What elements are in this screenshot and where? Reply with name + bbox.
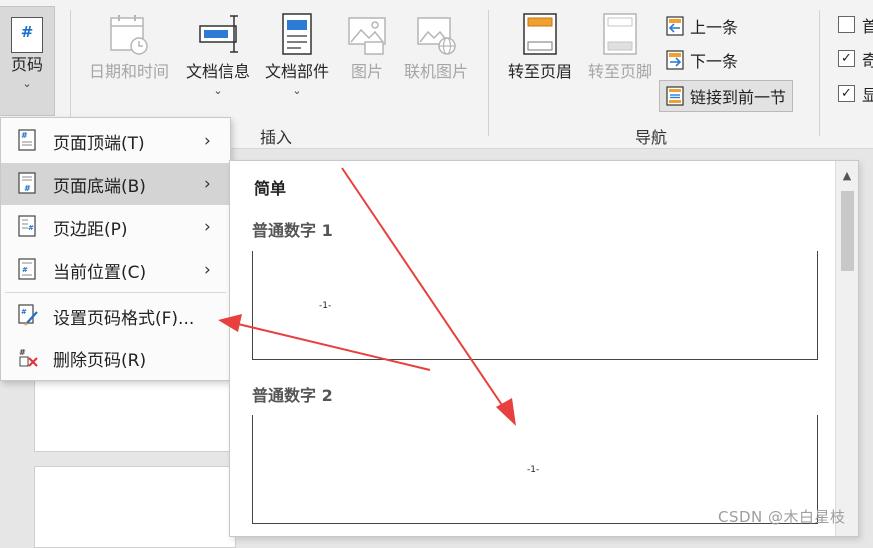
online-picture-button[interactable]: 联机图片 <box>398 12 474 82</box>
document-page <box>34 466 236 548</box>
link-to-previous-button[interactable]: 链接到前一节 <box>659 80 794 112</box>
menu-item-label: 设置页码格式(F)... <box>53 308 195 329</box>
svg-text:#: # <box>19 348 26 357</box>
scroll-up-arrow-icon[interactable]: ▲ <box>836 165 858 187</box>
gallery-section-title: 简单 <box>254 179 287 198</box>
show-document-text-checkbox[interactable]: ✓ <box>838 85 855 102</box>
gallery-item-label: 普通数字 1 <box>252 221 333 240</box>
first-page-different-checkbox[interactable] <box>838 16 855 33</box>
svg-text:#: # <box>22 266 28 274</box>
navigation-group-label: 导航 <box>635 128 668 147</box>
document-info-icon <box>199 15 238 53</box>
menu-item-page-bottom[interactable]: # 页面底端(B) › <box>1 163 230 205</box>
insert-group-label: 插入 <box>260 128 293 147</box>
document-info-button[interactable]: 文档信息 ⌄ <box>178 12 258 96</box>
page-margin-icon: # <box>18 215 36 237</box>
odd-even-different-checkbox[interactable]: ✓ <box>838 50 855 67</box>
goto-header-icon <box>523 13 557 55</box>
page-bottom-gallery: 简单 普通数字 1 -1- 普通数字 2 -1- ▲ <box>229 160 859 537</box>
menu-item-current-position[interactable]: # 当前位置(C) › <box>1 249 230 291</box>
show-document-text-label: 显 <box>862 86 873 105</box>
page-bottom-icon: # <box>18 172 36 194</box>
chevron-right-icon: › <box>204 174 211 194</box>
document-parts-label: 文档部件 <box>264 62 329 81</box>
online-picture-icon <box>417 17 456 55</box>
menu-item-label: 删除页码(R) <box>53 350 147 371</box>
chevron-right-icon: › <box>204 131 211 151</box>
page-number-menu: # 页面顶端(T) › # 页面底端(B) › # 页边距(P) › # 当前位… <box>0 117 231 381</box>
online-picture-label: 联机图片 <box>403 62 468 81</box>
watermark: CSDN @木白星枝 <box>718 508 846 526</box>
next-label: 下一条 <box>690 52 739 71</box>
previous-section-icon <box>666 16 684 36</box>
previous-button[interactable]: 上一条 <box>664 14 738 38</box>
group-separator <box>488 10 489 136</box>
current-position-icon: # <box>18 258 36 280</box>
first-page-different-label: 首 <box>862 17 873 36</box>
remove-page-number-icon: # <box>19 348 38 367</box>
page-number-label: 页码 <box>10 55 43 74</box>
page-number-preview: -1- <box>527 465 540 475</box>
chevron-down-icon: ⌄ <box>292 84 302 97</box>
chevron-down-icon: ⌄ <box>213 84 223 97</box>
menu-item-label: 页边距(P) <box>53 219 128 240</box>
page-number-button[interactable]: # 页码 ⌄ <box>0 6 55 116</box>
menu-item-page-top[interactable]: # 页面顶端(T) › <box>1 120 230 162</box>
group-separator <box>819 10 820 136</box>
gallery-scrollbar[interactable]: ▲ <box>835 161 858 536</box>
goto-header-button[interactable]: 转至页眉 <box>502 12 578 82</box>
chevron-down-icon: ⌄ <box>22 77 32 90</box>
menu-item-label: 页面顶端(T) <box>53 133 145 154</box>
link-to-previous-label: 链接到前一节 <box>690 88 787 107</box>
date-time-label: 日期和时间 <box>88 62 169 81</box>
date-time-button[interactable]: 日期和时间 <box>84 12 174 82</box>
picture-button[interactable]: 图片 <box>342 12 392 82</box>
calendar-clock-icon <box>110 15 148 55</box>
page-number-icon: # <box>11 17 43 53</box>
goto-header-label: 转至页眉 <box>507 62 572 81</box>
picture-label: 图片 <box>350 62 383 81</box>
document-parts-icon <box>282 13 312 55</box>
odd-even-different-label: 奇 <box>862 51 873 70</box>
goto-footer-label: 转至页脚 <box>587 62 652 81</box>
svg-text:#: # <box>21 308 27 316</box>
menu-item-label: 页面底端(B) <box>53 176 146 197</box>
svg-text:#: # <box>28 224 34 232</box>
menu-item-page-margin[interactable]: # 页边距(P) › <box>1 206 230 248</box>
link-previous-icon <box>666 86 684 106</box>
goto-footer-button[interactable]: 转至页脚 <box>582 12 658 82</box>
scrollbar-thumb[interactable] <box>841 191 854 271</box>
menu-divider <box>5 292 226 293</box>
svg-text:#: # <box>21 131 28 140</box>
chevron-right-icon: › <box>204 217 211 237</box>
chevron-right-icon: › <box>204 260 211 280</box>
previous-label: 上一条 <box>690 18 739 37</box>
svg-text:#: # <box>24 184 31 193</box>
next-button[interactable]: 下一条 <box>664 48 738 72</box>
page-number-preview: -1- <box>319 301 332 311</box>
next-section-icon <box>666 50 684 70</box>
gallery-item-plain-number-1[interactable]: -1- <box>252 251 818 360</box>
page-top-icon: # <box>18 129 36 151</box>
format-page-number-icon: # <box>18 304 38 326</box>
picture-icon <box>348 17 386 55</box>
menu-item-format-page-number[interactable]: # 设置页码格式(F)... <box>1 295 230 337</box>
gallery-item-label: 普通数字 2 <box>252 386 333 405</box>
document-parts-button[interactable]: 文档部件 ⌄ <box>258 12 336 96</box>
menu-item-label: 当前位置(C) <box>53 262 147 283</box>
menu-item-remove-page-number[interactable]: # 删除页码(R) <box>1 337 230 379</box>
goto-footer-icon <box>603 13 637 55</box>
document-info-label: 文档信息 <box>185 62 250 81</box>
